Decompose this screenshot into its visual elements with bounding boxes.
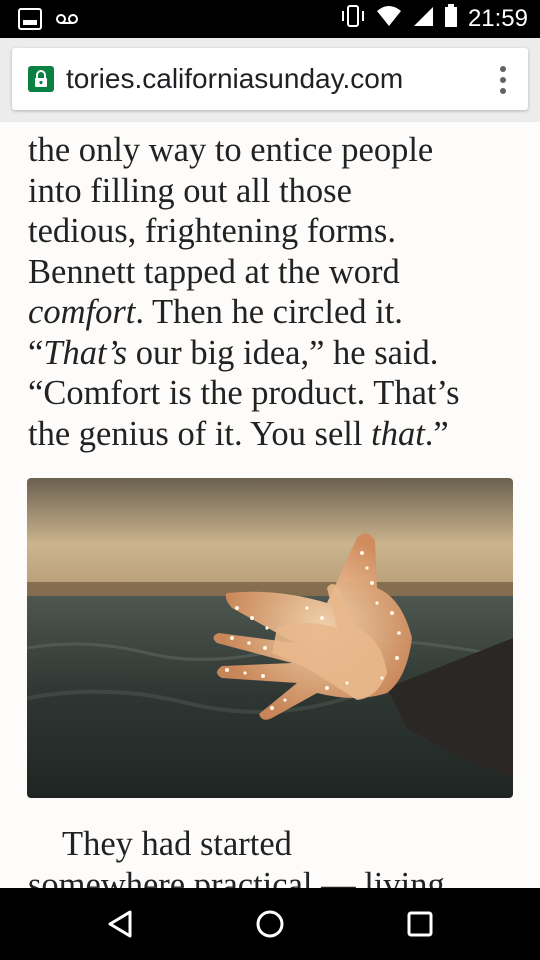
back-icon[interactable] <box>102 906 138 942</box>
article-paragraph: They had started somewhere practical — l… <box>28 824 528 888</box>
article-content[interactable]: the only way to entice people into filli… <box>0 122 540 888</box>
wifi-icon <box>376 5 402 32</box>
signal-icon <box>412 5 434 32</box>
emphasis: comfort <box>28 293 136 331</box>
lock-icon[interactable] <box>28 66 54 92</box>
url-text[interactable]: tories.californiasunday.com <box>66 63 486 95</box>
text-line: They had started <box>62 825 292 863</box>
text-line: comfort. Then he circled it. <box>28 293 403 331</box>
browser-toolbar: tories.californiasunday.com <box>0 38 540 123</box>
home-icon[interactable] <box>252 906 288 942</box>
navigation-bar <box>0 888 540 960</box>
emphasis: that <box>371 414 425 453</box>
text-line: tedious, frightening forms. <box>28 212 396 250</box>
emphasis: That’s <box>43 333 128 372</box>
battery-icon <box>444 4 458 33</box>
article-photo[interactable] <box>27 478 513 798</box>
voicemail-icon <box>56 12 78 31</box>
text-line: Bennett tapped at the word <box>28 252 400 291</box>
clock: 21:59 <box>467 4 528 32</box>
article-paragraph: the only way to entice people into filli… <box>28 130 528 454</box>
text-line: somewhere practical — living <box>28 865 445 889</box>
text-line: the only way to entice people <box>28 131 434 169</box>
recents-icon[interactable] <box>402 906 438 942</box>
screenshot-notification-icon <box>18 8 42 35</box>
text-line: “Comfort is the product. That’s <box>28 374 460 412</box>
address-bar[interactable]: tories.californiasunday.com <box>12 48 528 110</box>
text-line: the genius of it. You sell that.” <box>28 414 449 453</box>
status-bar: 21:59 <box>0 0 540 38</box>
vibrate-icon <box>340 4 366 33</box>
text-line: into filling out all those <box>28 171 352 210</box>
overflow-menu-icon[interactable] <box>500 66 506 94</box>
text-line: “That’s our big idea,” he said. <box>28 333 439 372</box>
